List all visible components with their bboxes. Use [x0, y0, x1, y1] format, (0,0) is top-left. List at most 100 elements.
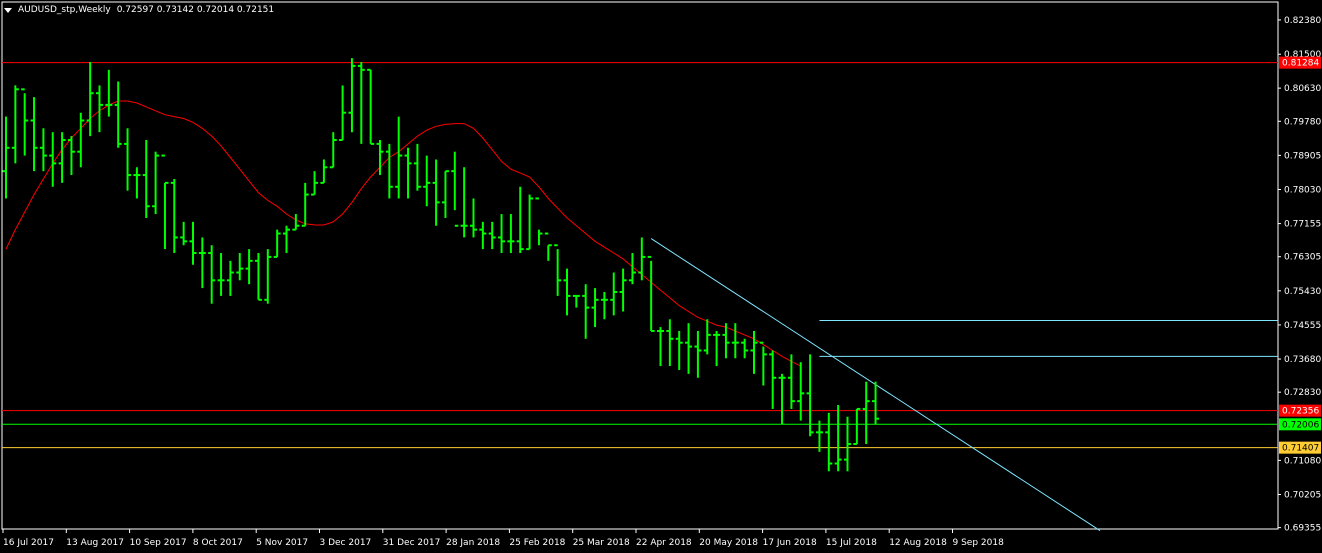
ohlc-bar: [498, 214, 506, 254]
ohlc-bar: [226, 260, 234, 296]
price-tick-label: 0.70205: [1284, 491, 1321, 501]
ohlc-bar: [647, 255, 655, 332]
time-tick-label: 3 Dec 2017: [320, 538, 372, 548]
ohlc-bar: [470, 198, 477, 238]
ohlc-bar: [862, 381, 870, 445]
time-tick-label: 22 Apr 2018: [636, 538, 692, 548]
time-tick-label: 15 Jul 2018: [826, 538, 877, 548]
ohlc-bar: [198, 237, 206, 289]
ohlc-bar: [600, 292, 608, 320]
ohlc-bar: [58, 132, 66, 183]
ohlc-bar: [301, 182, 309, 227]
ohlc-bar: [114, 81, 122, 148]
ohlc-bar: [273, 229, 281, 258]
ohlc-bar: [872, 381, 880, 425]
time-tick-label: 10 Sep 2017: [130, 538, 187, 548]
support-price-label: 0.71407: [1282, 444, 1319, 454]
price-chart[interactable]: 0.823800.815000.806300.797800.789050.780…: [0, 0, 1322, 553]
ohlc-bar: [423, 155, 431, 207]
time-tick-label: 17 Jun 2018: [763, 538, 817, 548]
price-tick-label: 0.75430: [1284, 287, 1321, 297]
ohlc-bar: [329, 132, 337, 169]
ohlc-bar: [769, 350, 777, 409]
resistance-price-label: 0.81284: [1282, 59, 1319, 69]
price-tick-label: 0.76305: [1284, 253, 1321, 263]
price-tick-label: 0.74555: [1284, 321, 1321, 331]
ohlc-bar: [124, 128, 132, 191]
ohlc-bar: [339, 85, 347, 141]
ohlc-bar: [582, 284, 590, 339]
ohlc-bar: [245, 249, 253, 285]
price-tick-label: 0.73680: [1284, 355, 1321, 365]
price-scale: 0.823800.815000.806300.797800.789050.780…: [1278, 16, 1321, 534]
ohlc-bar: [460, 167, 468, 238]
ohlc-bar: [170, 178, 178, 254]
ohlc-bar: [348, 58, 356, 133]
ohlc-bar: [741, 338, 749, 359]
ohlc-bar: [825, 412, 833, 472]
ohlc-bar: [152, 151, 160, 215]
price-tick-label: 0.78905: [1284, 151, 1321, 161]
ohlc-bar: [844, 416, 851, 472]
ohlc-bar: [591, 288, 599, 328]
time-tick-label: 8 Oct 2017: [193, 538, 243, 548]
ohlc-bar: [479, 221, 487, 250]
ohlc-bar: [367, 68, 375, 145]
ohlc-bar: [311, 171, 319, 196]
ohlc-bar: [526, 194, 534, 251]
ohlc-bar: [30, 97, 38, 172]
price-tick-label: 0.78030: [1284, 185, 1321, 195]
ohlc-bar: [554, 244, 562, 296]
ohlc-bar: [451, 151, 459, 227]
time-scale: 16 Jul 2017 13 Aug 2017 10 Sep 2017 8 Oct 2…: [2, 529, 1005, 548]
ohlc-bar: [11, 85, 19, 164]
ohlc-bar: [133, 167, 141, 199]
time-tick-label: 20 May 2018: [699, 538, 758, 548]
time-tick-label: 25 Feb 2018: [509, 538, 565, 548]
ohlc-bar: [77, 112, 85, 168]
current-price-label: 0.72006: [1282, 420, 1319, 430]
ohlc-bar: [685, 323, 693, 374]
ohlc-bar: [815, 420, 823, 452]
time-tick-label: 31 Dec 2017: [383, 538, 441, 548]
ohlc-bar: [572, 294, 580, 308]
ohlc-bar: [488, 221, 496, 250]
price-tick-label: 0.72830: [1284, 388, 1321, 398]
ohlc-bar: [208, 245, 216, 304]
red-level-price-label: 0.72356: [1282, 407, 1319, 417]
plot-frame: [1, 1, 1279, 530]
ohlc-bar: [441, 170, 449, 218]
ohlc-bar: [563, 268, 571, 316]
ohlc-bar: [2, 116, 10, 199]
ohlc-bar: [236, 253, 244, 281]
ohlc-bar: [797, 362, 805, 421]
ohlc-bar: [713, 330, 721, 367]
ohlc-bar: [657, 327, 664, 367]
time-tick-label: 16 Jul 2017: [3, 538, 54, 548]
ohlc-bar: [516, 186, 524, 254]
ohlc-bar: [404, 147, 412, 199]
ohlc-bar: [853, 407, 861, 446]
price-tick-label: 0.82380: [1284, 16, 1321, 26]
ohlc-bar: [254, 253, 262, 301]
ohlc-bar: [544, 232, 552, 261]
ohlc-bar: [217, 253, 225, 296]
price-tick-label: 0.77155: [1284, 220, 1321, 230]
ohlc-bar: [638, 237, 646, 281]
ohlc-bar: [357, 62, 365, 144]
price-tick-label: 0.79780: [1284, 117, 1321, 127]
ohlc-bar: [834, 405, 842, 472]
ohlc-bar: [283, 225, 290, 254]
time-tick-label: 9 Sep 2018: [953, 538, 1005, 548]
ohlc-bar: [694, 330, 702, 378]
ohlc-bar: [67, 136, 75, 176]
ohlc-bar: [413, 143, 421, 191]
ohlc-bar: [39, 128, 47, 172]
ohlc-bar: [610, 272, 618, 316]
ohlc-bar: [320, 159, 328, 184]
ohlc-bar: [432, 159, 440, 226]
time-tick-label: 28 Jan 2018: [446, 538, 500, 548]
ohlc-bar: [666, 319, 674, 367]
ohlc-bar: [778, 373, 786, 425]
ohlc-bar: [759, 341, 767, 386]
